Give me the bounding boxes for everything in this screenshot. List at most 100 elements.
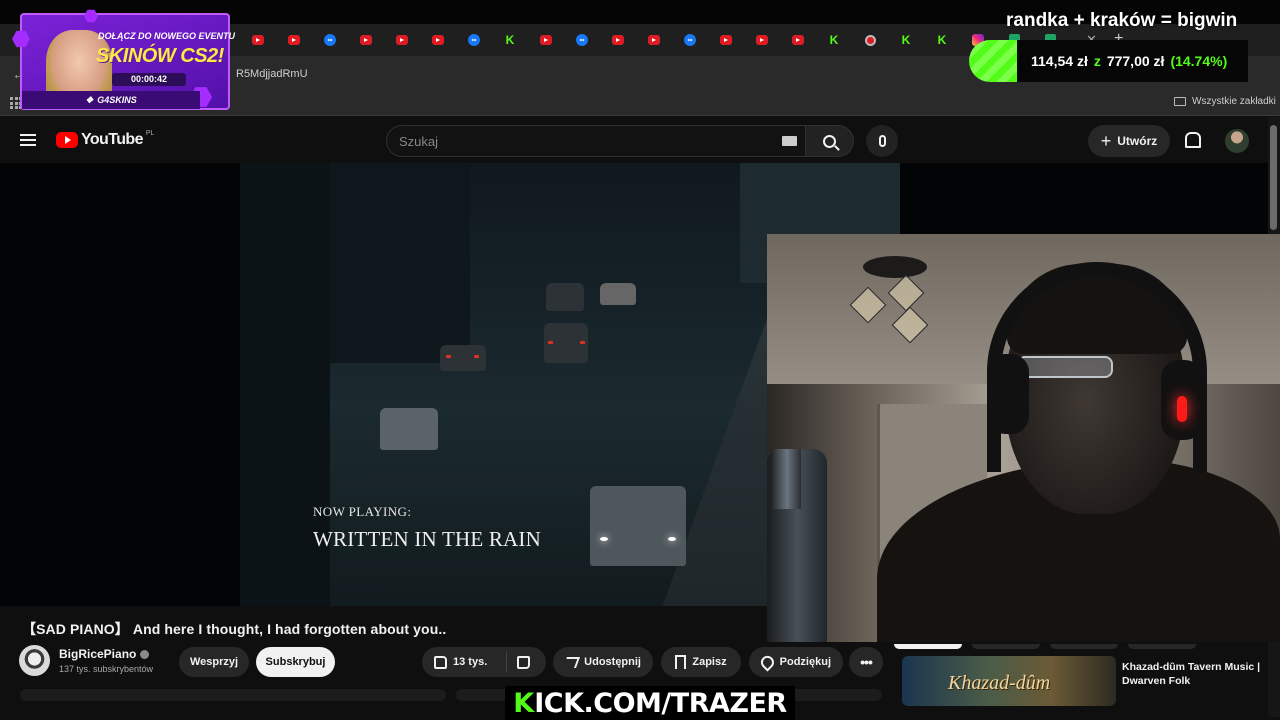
kick-favicon-icon: K [901,33,911,47]
browser-tab[interactable]: ∞ [312,30,348,50]
menu-icon[interactable] [20,134,36,146]
browser-tab[interactable] [744,30,780,50]
browser-tab[interactable]: ∞ [564,30,600,50]
song-title: WRITTEN IN THE RAIN [313,527,541,551]
more-icon: ••• [860,654,873,670]
streamer-webcam [767,234,1280,642]
kick-channel-banner: K ICK.COM/TRAZER [505,686,795,720]
youtube-favicon-icon [360,35,372,45]
youtube-favicon-icon [288,35,300,45]
create-label: Utwórz [1117,134,1158,148]
notifications-bell-icon[interactable] [1184,132,1201,148]
browser-tab[interactable] [780,30,816,50]
browser-tab[interactable]: ∞ [456,30,492,50]
browser-tab[interactable] [420,30,456,50]
save-button[interactable]: Zapisz [661,647,741,677]
plus-icon: + [1100,131,1112,151]
share-button[interactable]: Udostępnij [553,647,653,677]
balance-widget: 114,54 zł z 777,00 zł (14.74%) [969,40,1248,82]
search-input[interactable] [387,126,767,156]
url-field[interactable]: R5MdjjadRmU [236,68,308,80]
scrollbar-thumb[interactable] [1270,125,1277,230]
voice-search-button[interactable] [866,125,898,157]
thanks-label: Podziękuj [779,656,831,668]
youtube-favicon-icon [612,35,624,45]
kick-favicon-icon: K [829,33,839,47]
channel-name[interactable]: BigRicePiano [59,647,136,661]
support-label: Wesprzyj [189,656,239,668]
browser-tab[interactable] [384,30,420,50]
youtube-favicon-icon [792,35,804,45]
youtube-logo[interactable]: YouTube PL [56,129,155,149]
youtube-play-icon [56,132,78,148]
channel-name-row[interactable]: BigRicePiano [59,647,150,661]
thanks-heart-icon [758,652,777,672]
browser-tab[interactable] [528,30,564,50]
browser-tab[interactable] [852,30,888,50]
browser-tabs: ∞ ∞ K ∞ ∞ K K K [240,30,1068,50]
browser-tab[interactable] [600,30,636,50]
chip[interactable] [894,644,962,649]
share-icon [562,656,581,668]
channel-avatar[interactable] [19,645,50,676]
balance-separator: z [1093,53,1101,69]
microphone-icon [878,135,886,147]
support-button[interactable]: Wesprzyj [179,647,249,677]
browser-tab[interactable] [240,30,276,50]
meta-favicon-icon: ∞ [468,34,480,46]
search-box [386,125,806,157]
youtube-favicon-icon [540,35,552,45]
stream-caption: randka + kraków = bigwin [1006,10,1238,31]
promo-brand: ❖ G4SKINS [22,91,200,109]
subscribe-label: Subskrybuj [265,656,326,668]
browser-tab[interactable]: ∞ [672,30,708,50]
youtube-favicon-icon [648,35,660,45]
verified-icon [140,649,150,659]
folder-icon [1174,97,1186,106]
like-icon[interactable] [434,655,447,669]
more-actions-button[interactable]: ••• [849,647,883,677]
meta-favicon-icon: ∞ [576,34,588,46]
chip[interactable] [1128,644,1196,649]
subscribe-button[interactable]: Subskrybuj [256,647,335,677]
search-button[interactable] [806,125,854,157]
promo-subtitle: DOŁĄCZ DO NOWEGO EVENTU [98,31,235,41]
account-avatar[interactable] [1225,129,1249,153]
balance-percent: (14.74%) [1170,53,1228,69]
kick-favicon-icon: K [937,33,947,47]
country-code: PL [145,129,155,137]
related-video-title[interactable]: Khazad-dûm Tavern Music | Dwarven Folk [1122,660,1262,688]
browser-tab[interactable] [708,30,744,50]
browser-tab[interactable]: K [888,30,924,50]
balance-start: 777,00 zł [1106,53,1165,69]
browser-tab[interactable] [348,30,384,50]
search-icon [823,134,836,148]
like-divider [506,652,507,672]
all-bookmarks-button[interactable]: Wszystkie zakładki [1174,96,1276,107]
kick-channel-url: ICK.COM/TRAZER [534,687,787,719]
share-label: Udostępnij [584,656,641,668]
like-count[interactable]: 13 tys. [453,656,487,668]
wolf-logo-icon: ❖ [85,94,94,105]
browser-tab[interactable] [636,30,672,50]
youtube-favicon-icon [396,35,408,45]
kick-logo-letter: K [513,687,535,719]
subscriber-count: 137 tys. subskrybentów [59,664,154,674]
promo-brand-label: G4SKINS [97,95,137,105]
comment-box-placeholder [20,689,446,701]
like-dislike-group: 13 tys. [422,647,546,677]
create-button[interactable]: + Utwórz [1088,125,1170,157]
chip[interactable] [1050,644,1118,649]
browser-tab[interactable]: K [924,30,960,50]
thanks-button[interactable]: Podziękuj [749,647,843,677]
balance-stripes-icon [969,40,1017,82]
dislike-icon[interactable] [517,655,531,669]
browser-tab[interactable]: K [492,30,528,50]
keyboard-icon[interactable] [782,136,797,146]
browser-tab[interactable]: K [816,30,852,50]
chip[interactable] [972,644,1040,649]
youtube-favicon-icon [252,35,264,45]
browser-tab[interactable] [276,30,312,50]
balance-current: 114,54 zł [1031,53,1088,69]
now-playing-label: NOW PLAYING: [313,504,412,519]
